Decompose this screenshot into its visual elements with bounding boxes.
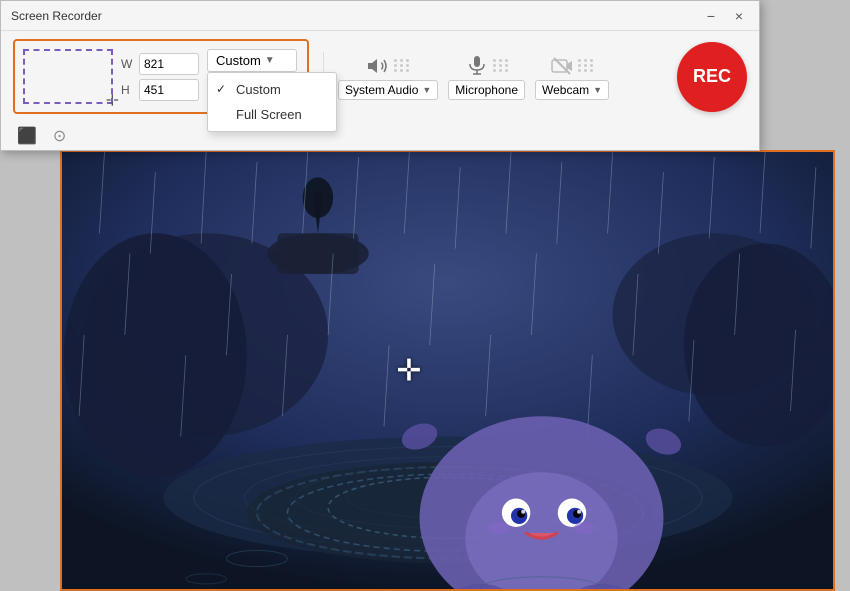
rec-label: REC	[693, 66, 731, 87]
audio-section: System Audio ▼	[338, 54, 609, 100]
width-input[interactable]	[139, 53, 199, 75]
move-icon: ⊹	[106, 90, 119, 110]
rec-button[interactable]: REC	[677, 42, 747, 112]
webcam-icon	[550, 54, 574, 78]
dropdown-item-fullscreen[interactable]: Full Screen	[208, 102, 336, 127]
speaker-wrapper	[366, 54, 410, 78]
microphone-icon	[465, 54, 489, 78]
screenshot-icon[interactable]: ⬛	[13, 124, 41, 148]
dropdown-arrow-icon: ▼	[265, 55, 275, 66]
toolbar: ⊹ W H Custom ▼	[1, 31, 759, 122]
screen-recorder-window: Screen Recorder − × ⊹ W H	[0, 0, 760, 151]
speaker-grid-dots	[394, 59, 410, 72]
titlebar: Screen Recorder − ×	[1, 1, 759, 31]
custom-dropdown[interactable]: Custom ▼	[207, 49, 297, 72]
scene-svg	[62, 152, 833, 589]
microphone-label: Microphone	[455, 83, 518, 97]
width-row: W	[121, 53, 199, 75]
microphone-item: Microphone	[448, 54, 525, 100]
dimension-inputs: W H	[121, 53, 199, 101]
region-selector: ⊹ W H Custom ▼	[13, 39, 309, 114]
window-title: Screen Recorder	[11, 9, 701, 23]
system-audio-label: System Audio	[345, 83, 418, 97]
webcam-wrapper	[550, 54, 594, 78]
height-input[interactable]	[139, 79, 199, 101]
mic-grid-dots	[493, 59, 509, 72]
height-label: H	[121, 83, 135, 97]
close-button[interactable]: ×	[729, 6, 749, 26]
mic-wrapper	[465, 54, 509, 78]
minimize-button[interactable]: −	[701, 6, 721, 26]
width-label: W	[121, 57, 135, 71]
dropdown-menu: Custom Full Screen	[207, 72, 337, 132]
microphone-dropdown[interactable]: Microphone	[448, 80, 525, 100]
region-preview[interactable]: ⊹	[23, 49, 113, 104]
titlebar-controls: − ×	[701, 6, 749, 26]
custom-label: Custom	[216, 53, 261, 68]
webcam-label: Webcam	[542, 83, 589, 97]
system-audio-dropdown[interactable]: System Audio ▼	[338, 80, 438, 100]
dropdown-item-custom[interactable]: Custom	[208, 77, 336, 102]
speaker-icon	[366, 54, 390, 78]
custom-dropdown-wrapper: Custom ▼ Custom Full Screen	[207, 49, 297, 72]
webcam-item: Webcam ▼	[535, 54, 609, 100]
webcam-dropdown[interactable]: Webcam ▼	[535, 80, 609, 100]
height-row: H	[121, 79, 199, 101]
system-audio-arrow-icon: ▼	[422, 85, 431, 95]
webcam-arrow-icon: ▼	[593, 85, 602, 95]
capture-preview: ✛	[60, 150, 835, 591]
settings-icon[interactable]: ⊙	[49, 124, 70, 148]
speaker-item: System Audio ▼	[338, 54, 438, 100]
anime-background: ✛	[62, 152, 833, 589]
webcam-grid-dots	[578, 59, 594, 72]
bottom-icon-row: ⬛ ⊙	[1, 122, 759, 150]
